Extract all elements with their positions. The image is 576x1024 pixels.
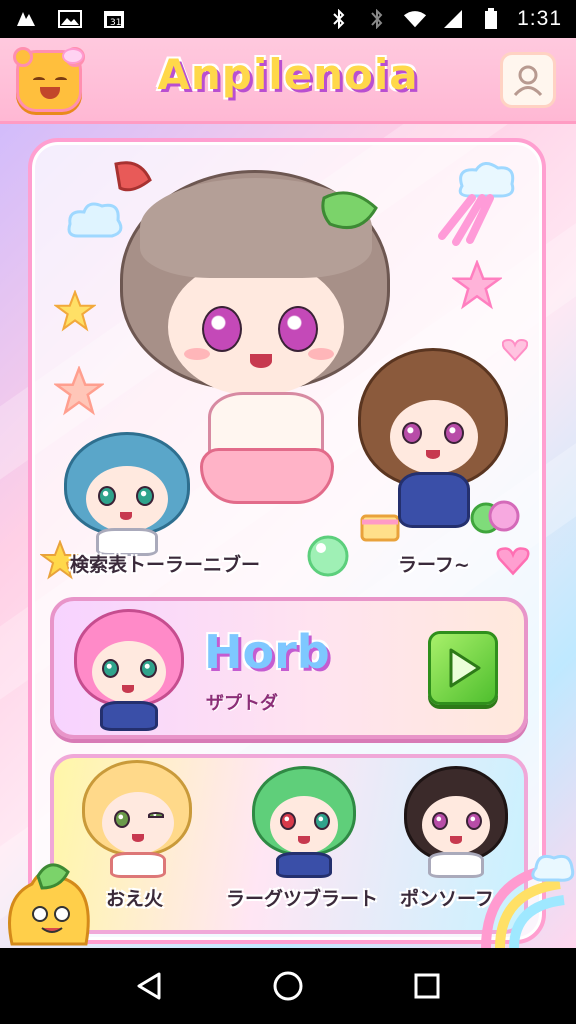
nav-recents-button[interactable] — [403, 962, 451, 1010]
herb-title: Horb — [204, 625, 330, 679]
play-arrow-icon — [449, 648, 481, 688]
recents-icon — [414, 973, 440, 999]
star-icon — [54, 366, 104, 416]
back-icon — [137, 972, 161, 1000]
character-name-label: おえ火 — [106, 888, 164, 910]
bluetooth-icon — [327, 9, 351, 29]
status-bar: 31 1:31 — [0, 0, 576, 38]
profile-icon — [513, 65, 543, 97]
character-name-label: ラーグツブラート — [226, 888, 379, 910]
ribbon-icon — [114, 161, 152, 192]
character-name-label: ラーフ~ — [398, 554, 470, 576]
status-time: 1:31 — [517, 7, 562, 30]
character-green[interactable] — [252, 766, 356, 878]
bubble-icon — [307, 535, 349, 577]
leaf-icon — [321, 191, 378, 229]
character-blue[interactable] — [62, 432, 192, 556]
heart-icon — [496, 547, 530, 576]
home-icon — [273, 971, 303, 1001]
hero-area: 検索表トーラーニブー ラーフ~ — [32, 142, 550, 597]
wifi-icon — [403, 9, 427, 29]
character-blonde[interactable] — [82, 760, 192, 878]
app-title: Anpilenoia — [157, 50, 419, 99]
nav-back-button[interactable] — [125, 962, 173, 1010]
character-pink — [70, 609, 188, 733]
svg-text:31: 31 — [110, 18, 121, 28]
photo-icon — [58, 9, 82, 29]
signal-icon — [441, 9, 465, 29]
herb-subtitle: ザプトダ — [206, 693, 278, 714]
green-slime-mascot-icon[interactable] — [2, 858, 98, 948]
profile-button[interactable] — [500, 52, 556, 108]
notification-a-icon — [14, 9, 38, 29]
vibrate-icon — [365, 9, 389, 29]
star-icon — [452, 260, 502, 310]
app-screen: Anpilenoia 検索表トーラーニブー ラーフ~ Horb ザプトダ おえ火… — [0, 38, 576, 948]
play-button[interactable] — [428, 631, 498, 705]
character-brown[interactable] — [358, 348, 508, 528]
main-panel: 検索表トーラーニブー ラーフ~ Horb ザプトダ おえ火 ラーグツブラート ポ… — [28, 138, 546, 944]
system-nav-bar — [0, 948, 576, 1024]
character-name-label: 検索表トーラーニブー — [70, 554, 261, 576]
star-icon — [54, 290, 96, 332]
rainbow-cloud-icon — [481, 854, 575, 948]
app-header: Anpilenoia — [0, 38, 576, 124]
comet-cloud-icon — [438, 162, 515, 246]
calendar-icon: 31 — [102, 9, 126, 29]
herb-card[interactable]: Horb ザプトダ — [50, 597, 528, 739]
battery-icon — [479, 8, 503, 29]
roster-card: おえ火 ラーグツブラート ポンソーフ — [50, 754, 528, 934]
nav-home-button[interactable] — [264, 962, 312, 1010]
